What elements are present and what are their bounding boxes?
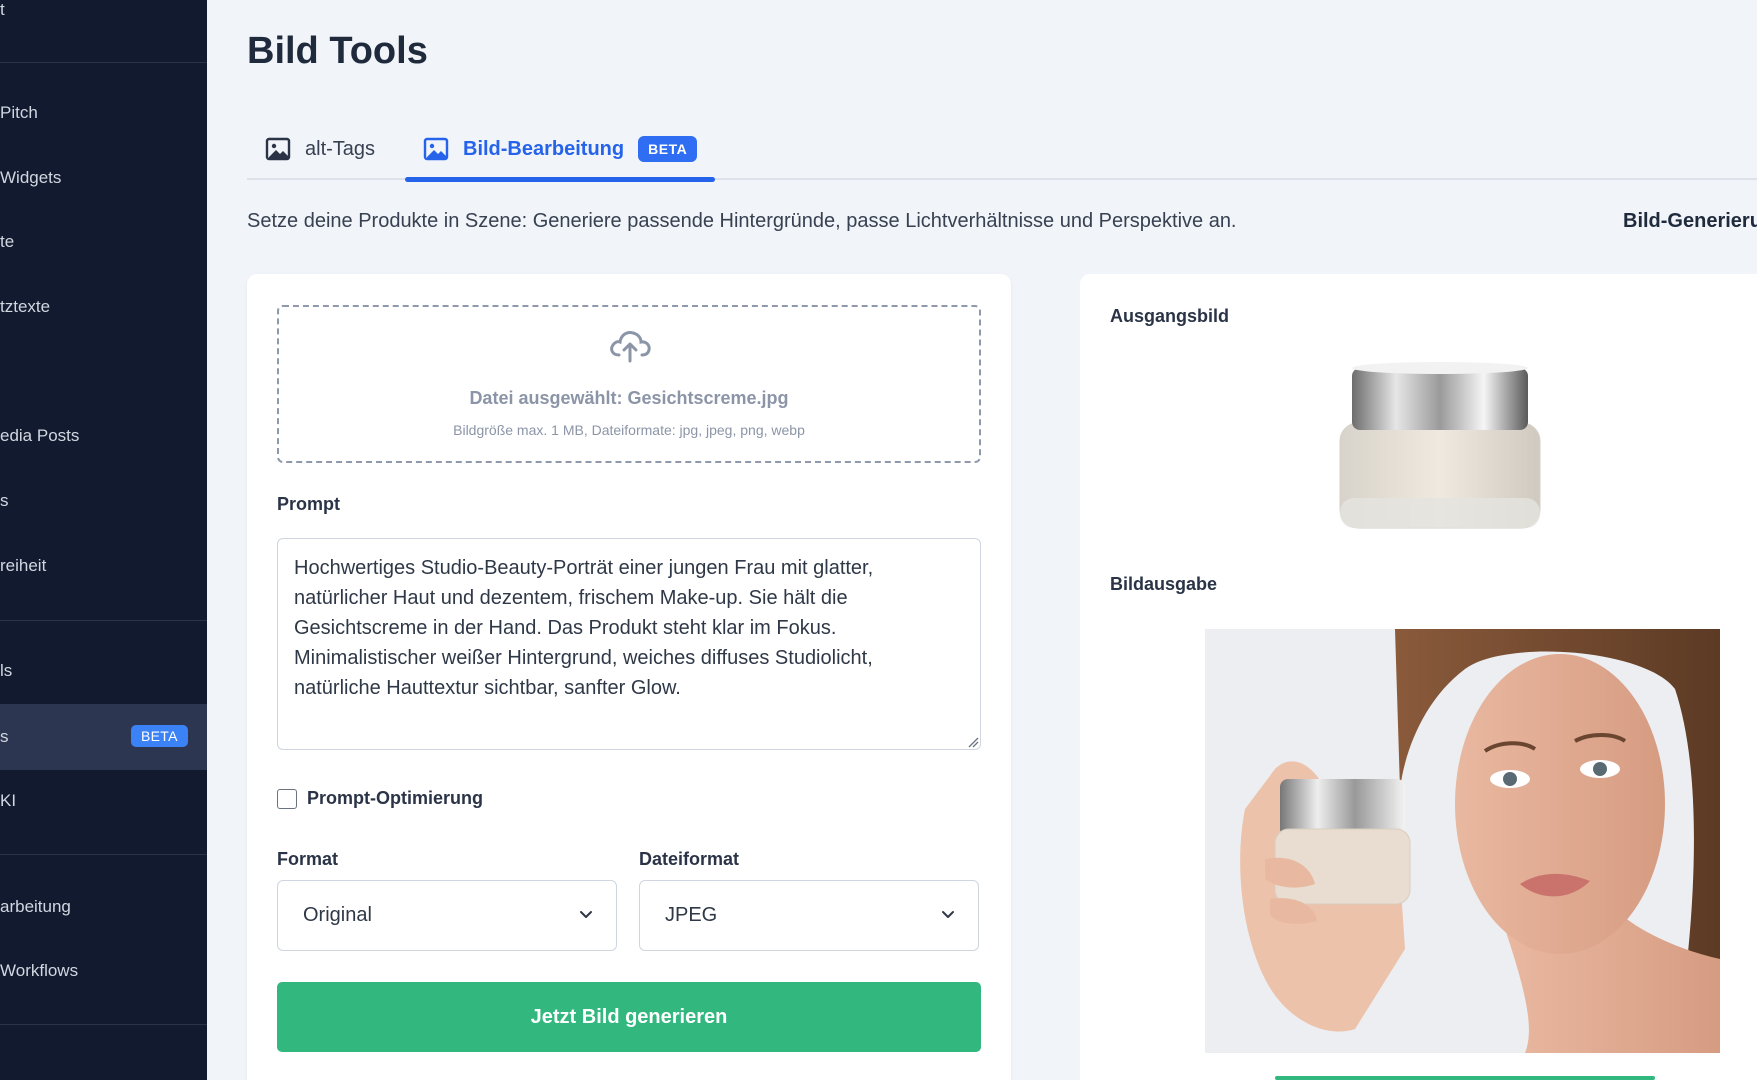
tab-label: Bild-Bearbeitung [463, 137, 625, 160]
fileformat-select[interactable]: JPEG [639, 880, 979, 951]
sidebar-item-label: s [0, 727, 9, 746]
resize-handle-icon[interactable] [967, 736, 979, 748]
sidebar-item-label: KI [0, 791, 17, 810]
upload-hint: Bildgröße max. 1 MB, Dateiformate: jpg, … [453, 422, 805, 438]
output-image [1205, 629, 1720, 1053]
output-image-label: Bildausgabe [1110, 574, 1218, 594]
sidebar-item[interactable]: Widgets [0, 158, 207, 198]
preview-card: Ausgangsbild Bildausgabe [1080, 274, 1757, 1080]
sidebar-item[interactable]: ls [0, 651, 207, 691]
download-button-edge[interactable] [1275, 1076, 1655, 1080]
sidebar-item[interactable]: tztexte [0, 287, 207, 327]
prompt-textarea[interactable]: Hochwertiges Studio-Beauty-Porträt einer… [277, 538, 981, 750]
tab-bar: alt-Tags Bild-Bearbeitung BETA [247, 118, 1757, 182]
sidebar-item-active[interactable]: s BETA [0, 704, 207, 770]
output-portrait-image [1205, 629, 1720, 1053]
sidebar-item-label: ls [0, 661, 13, 680]
sidebar-item-label: Workflows [0, 961, 79, 980]
sidebar-item[interactable]: t [0, 0, 207, 30]
page-title: Bild Tools [247, 30, 428, 72]
tab-bild-bearbeitung[interactable]: Bild-Bearbeitung BETA [405, 118, 716, 182]
image-icon [423, 137, 449, 161]
sidebar-item[interactable]: arbeitung [0, 887, 207, 927]
sidebar-item-label: s [0, 491, 9, 510]
sidebar-divider [0, 1024, 207, 1025]
beta-badge: BETA [131, 725, 188, 747]
sidebar-divider [0, 854, 207, 855]
prompt-optimization-label: Prompt-Optimierung [307, 788, 483, 808]
sidebar-item[interactable]: Workflows [0, 951, 207, 991]
edit-form-card: Datei ausgewählt: Gesichtscreme.jpg Bild… [247, 274, 1011, 1080]
tab-label: alt-Tags [305, 137, 376, 160]
sidebar-item[interactable]: Pitch [0, 93, 207, 133]
sidebar-item-label: edia Posts [0, 426, 80, 445]
sidebar-item-label: t [0, 0, 5, 19]
intro-text: Setze deine Produkte in Szene: Generiere… [247, 210, 1237, 232]
sidebar-divider [0, 62, 207, 63]
sidebar-item[interactable]: KI [0, 781, 207, 821]
sidebar-item-label: Widgets [0, 168, 62, 187]
format-select[interactable]: Original [277, 880, 617, 951]
prompt-optimization-checkbox[interactable] [277, 788, 297, 809]
selected-file-text: Datei ausgewählt: Gesichtscreme.jpg [469, 388, 789, 408]
prompt-label: Prompt [277, 494, 340, 514]
sidebar: t Pitch Widgets te tztexte edia Posts s … [0, 0, 207, 1080]
prompt-optimization-row[interactable]: Prompt-Optimierung [277, 788, 483, 809]
fileformat-label: Dateiformat [639, 849, 740, 869]
format-label: Format [277, 849, 339, 869]
source-image [1339, 362, 1541, 529]
tab-alt-tags[interactable]: alt-Tags [265, 118, 375, 180]
section-heading: Bild-Generieru [1623, 210, 1757, 232]
sidebar-item[interactable]: te [0, 222, 207, 262]
sidebar-item-label: reiheit [0, 556, 47, 575]
cloud-upload-icon [610, 331, 651, 363]
sidebar-item-label: te [0, 232, 15, 251]
beta-badge: BETA [638, 136, 698, 162]
chevron-down-icon [942, 911, 954, 918]
sidebar-item-label: arbeitung [0, 897, 71, 916]
fileformat-select-value: JPEG [665, 904, 718, 926]
generate-image-button[interactable]: Jetzt Bild generieren [277, 982, 981, 1052]
sidebar-item-label: tztexte [0, 297, 51, 316]
sidebar-item[interactable]: s [0, 481, 207, 521]
sidebar-divider [0, 620, 207, 621]
upload-dropzone[interactable]: Datei ausgewählt: Gesichtscreme.jpg Bild… [277, 305, 981, 463]
chevron-down-icon [580, 911, 592, 918]
format-select-value: Original [303, 904, 372, 926]
image-icon [265, 137, 291, 161]
source-image-label: Ausgangsbild [1110, 306, 1230, 326]
sidebar-item[interactable]: edia Posts [0, 416, 207, 456]
sidebar-item[interactable]: reiheit [0, 546, 207, 586]
sidebar-item-label: Pitch [0, 103, 38, 122]
